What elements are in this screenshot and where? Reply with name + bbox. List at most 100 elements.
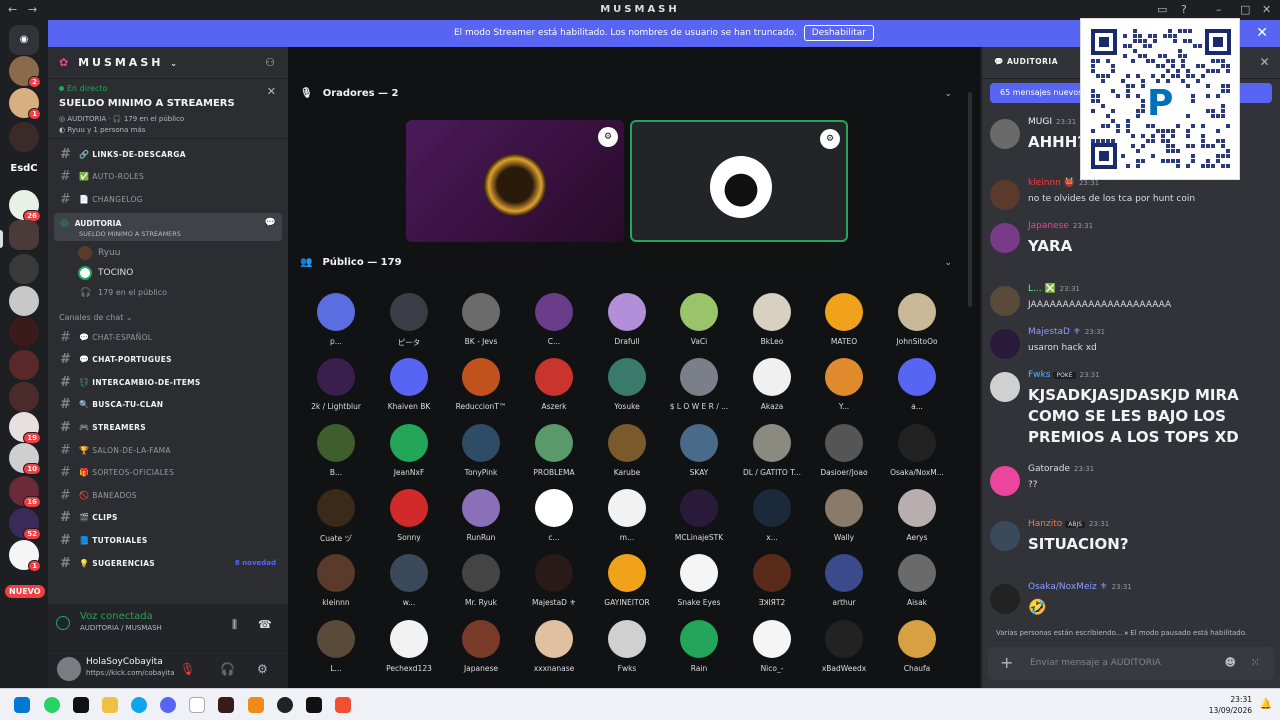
file-explorer-icon[interactable] <box>102 697 118 713</box>
audience-member[interactable]: BkLeo <box>741 293 803 346</box>
server-icon[interactable] <box>9 122 39 152</box>
help-icon[interactable]: ? <box>1181 3 1187 16</box>
audience-member[interactable]: ReduccionT™ <box>450 358 512 411</box>
avatar[interactable] <box>990 521 1020 551</box>
chevron-down-icon[interactable]: ⌄ <box>944 89 952 99</box>
musmash-server-icon[interactable] <box>9 220 39 250</box>
audience-member[interactable]: Nico_- <box>741 619 803 673</box>
obs-icon[interactable] <box>277 697 293 713</box>
audience-member[interactable]: Pechexd123 <box>378 619 440 673</box>
deafen-icon[interactable]: 🎧 <box>220 662 235 676</box>
channel-item[interactable]: # 🔍 BUSCA-TU-CLAN <box>48 394 288 417</box>
game-icon[interactable] <box>218 697 234 713</box>
audience-member[interactable]: GAYINEITOR <box>596 554 658 607</box>
close-banner-icon[interactable]: ✕ <box>1256 20 1268 47</box>
server-icon[interactable]: 19 <box>9 412 41 444</box>
audience-member[interactable]: Drafull <box>596 293 658 346</box>
new-badge[interactable]: NUEVO <box>5 585 45 598</box>
inbox-icon[interactable]: ▭ <box>1157 3 1167 16</box>
scrollbar[interactable] <box>968 92 972 307</box>
message-author[interactable]: Hanzito <box>1028 519 1062 529</box>
audience-member[interactable]: Karube <box>596 423 658 477</box>
channel-item[interactable]: # 🎁 SORTEOS-OFICIALES <box>48 461 288 484</box>
mute-icon[interactable]: 🎙 <box>180 662 195 676</box>
channel-item[interactable]: # 🎮 STREAMERS <box>48 416 288 439</box>
avatar[interactable] <box>57 657 81 681</box>
channel-item[interactable]: # 💬 CHAT-ESPAÑOL <box>48 326 288 349</box>
audience-member[interactable]: VaCi <box>668 293 730 346</box>
audience-member[interactable]: Fwks <box>596 619 658 673</box>
invite-icon[interactable]: ⚇ <box>265 56 278 69</box>
audience-header[interactable]: 👥 Público — 179 <box>300 257 402 268</box>
audience-member[interactable]: kleinnn <box>305 554 367 607</box>
audience-member[interactable]: Rain <box>668 619 730 673</box>
audience-member[interactable]: Aisak <box>886 554 948 607</box>
server-icon[interactable]: 16 <box>9 476 41 508</box>
chevron-down-icon[interactable]: ⌄ <box>944 258 952 268</box>
channel-item[interactable]: # 🎬 CLIPS <box>48 507 288 530</box>
audience-member[interactable]: MCLinajeSTK <box>668 488 730 542</box>
audience-member[interactable]: MajestaD ⚜ <box>523 554 585 607</box>
server-icon[interactable]: 10 <box>9 443 41 475</box>
audience-member[interactable]: arthur <box>813 554 875 607</box>
audience-member[interactable]: PROBLEMA <box>523 423 585 477</box>
discord-home-icon[interactable]: ◉ <box>9 25 39 55</box>
emoji-icon[interactable]: ☻ <box>1225 656 1236 669</box>
audience-member[interactable]: p... <box>305 293 367 346</box>
channel-item[interactable]: # 📘 TUTORIALES <box>48 529 288 552</box>
audience-member[interactable]: Chaufa <box>886 619 948 673</box>
close-live-panel-icon[interactable]: ✕ <box>267 85 276 98</box>
audience-member[interactable]: c... <box>523 488 585 542</box>
audience-member[interactable]: BK - Jevs <box>450 293 512 346</box>
disconnect-icon[interactable]: ☎ <box>258 618 272 631</box>
avatar[interactable] <box>990 372 1020 402</box>
audience-member[interactable]: MATEO <box>813 293 875 346</box>
audience-member[interactable]: xxxnanase <box>523 619 585 673</box>
disable-streamer-button[interactable]: Deshabilitar <box>803 25 875 41</box>
windows-start-icon[interactable] <box>14 697 30 713</box>
audience-member[interactable]: xBadWeedx <box>813 619 875 673</box>
chat-bubble-icon[interactable]: 💬 <box>265 218 276 228</box>
server-icon[interactable]: 1 <box>9 540 41 572</box>
channel-item[interactable]: # 📄 CHANGELOG <box>48 188 288 211</box>
audience-member[interactable]: Y... <box>813 358 875 411</box>
channel-item[interactable]: # 🏆 SALON-DE-LA-FAMA <box>48 439 288 462</box>
avatar[interactable] <box>990 119 1020 149</box>
audience-member[interactable]: B... <box>305 423 367 477</box>
vlc-icon[interactable] <box>248 697 264 713</box>
audience-member[interactable]: TonyPink <box>450 423 512 477</box>
voice-listeners[interactable]: 🎧 179 en el público <box>48 283 288 303</box>
avatar[interactable] <box>990 584 1020 614</box>
audience-member[interactable]: x... <box>741 488 803 542</box>
server-icon[interactable] <box>9 317 39 347</box>
server-icon[interactable]: EsdC <box>9 154 39 184</box>
plus-icon[interactable]: + <box>1000 653 1013 672</box>
server-header[interactable]: ✿ MUSMASH ⌄ ⚇ <box>48 47 288 79</box>
message-author[interactable]: MUGI <box>1028 117 1052 127</box>
audience-member[interactable]: ピータ <box>378 293 440 348</box>
minimize-icon[interactable]: – <box>1216 3 1222 16</box>
speaker-tile-speaking[interactable]: ⚙ <box>630 120 848 242</box>
audience-member[interactable]: Aerys <box>886 488 948 542</box>
server-icon[interactable] <box>9 286 39 316</box>
audience-member[interactable]: C... <box>523 293 585 346</box>
server-icon[interactable]: 1 <box>9 88 41 120</box>
app-icon[interactable] <box>335 697 351 713</box>
notepad-icon[interactable] <box>189 697 205 713</box>
noise-suppression-icon[interactable]: ⫼ <box>232 618 237 632</box>
audience-member[interactable]: SKAY <box>668 423 730 477</box>
server-icon[interactable] <box>9 254 39 284</box>
audience-member[interactable]: Cuate ヅ <box>305 488 367 544</box>
capcut-icon[interactable] <box>306 697 322 713</box>
avatar[interactable] <box>990 180 1020 210</box>
message-author[interactable]: Gatorade <box>1028 464 1070 474</box>
audience-member[interactable]: Yosuke <box>596 358 658 411</box>
message-author[interactable]: Fwks <box>1028 370 1050 380</box>
channel-item[interactable]: # 🔗 LINKS-DE-DESCARGA <box>48 143 288 166</box>
message-author[interactable]: L... ❎ <box>1028 284 1056 294</box>
close-chat-icon[interactable]: ✕ <box>1259 55 1270 69</box>
audience-member[interactable]: Snake Eyes <box>668 554 730 607</box>
settings-gear-icon[interactable]: ⚙ <box>257 662 268 676</box>
apps-icon[interactable]: ⁙ <box>1251 656 1260 669</box>
audience-member[interactable]: Wally <box>813 488 875 542</box>
